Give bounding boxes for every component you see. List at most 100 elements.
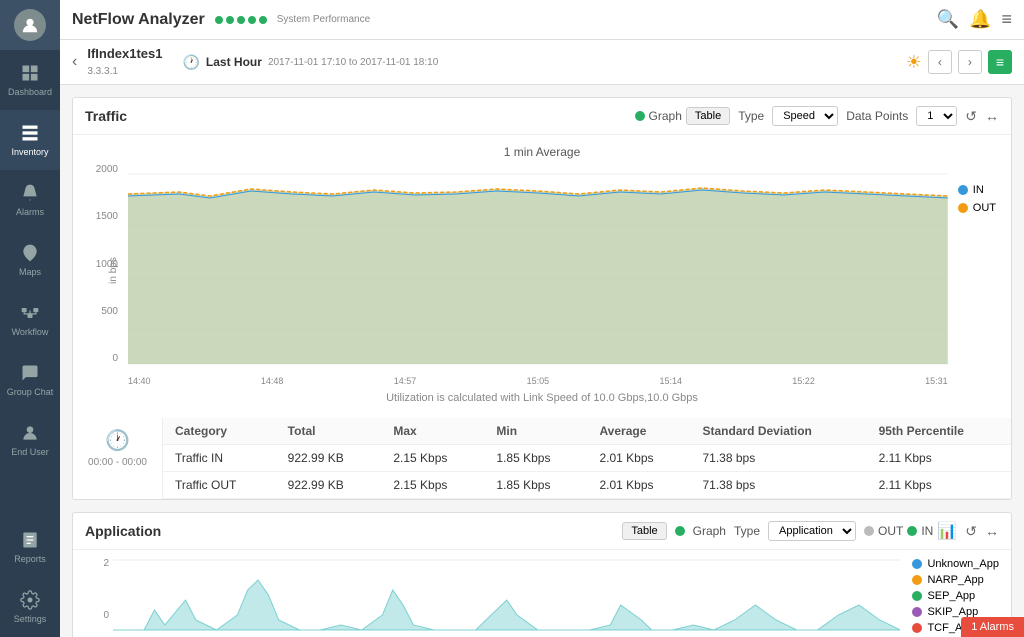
y-axis-val-1500: 1500: [96, 211, 118, 222]
data-points-select[interactable]: 1: [916, 106, 957, 126]
app-reset-button[interactable]: ↔: [985, 523, 999, 539]
app-refresh-button[interactable]: ↺: [965, 523, 977, 540]
reset-button[interactable]: ↔: [985, 108, 999, 124]
sidebar-item-alarms-label: Alarms: [16, 207, 44, 217]
sidebar-item-reports[interactable]: Reports: [0, 517, 60, 577]
time-info: 🕐 Last Hour 2017-11-01 17:10 to 2017-11-…: [182, 54, 438, 71]
row1-total: 922.99 KB: [276, 445, 382, 472]
row2-total: 922.99 KB: [276, 472, 382, 499]
traffic-section-header: Traffic Graph Table Type Speed Data Poin…: [73, 98, 1011, 135]
app-graph-dot: [675, 526, 685, 536]
type-label: Type: [738, 109, 764, 123]
traffic-data-table: Category Total Max Min Average Standard …: [163, 418, 1011, 499]
col-average: Average: [587, 418, 690, 445]
row1-max: 2.15 Kbps: [381, 445, 484, 472]
user-avatar-container: [0, 0, 60, 50]
col-min: Min: [484, 418, 587, 445]
sun-icon: ☀: [906, 52, 922, 73]
sidebar-item-alarms[interactable]: Alarms: [0, 170, 60, 230]
traffic-table-area: 🕐 00:00 - 00:00 Category Total Max Min A…: [73, 418, 1011, 499]
time-column: 🕐 00:00 - 00:00: [73, 418, 163, 499]
sidebar-item-settings[interactable]: Settings: [0, 577, 60, 637]
sidebar-item-maps[interactable]: Maps: [0, 230, 60, 290]
type-select[interactable]: Speed: [772, 106, 838, 126]
sidebar-item-reports-label: Reports: [14, 554, 46, 564]
tcf-app-dot: [912, 623, 922, 633]
app-y-2: 2: [103, 558, 109, 569]
legend-out-dot: [958, 203, 968, 213]
skip-app-dot: [912, 607, 922, 617]
sidebar-item-workflow[interactable]: Workflow: [0, 290, 60, 350]
row2-average: 2.01 Kbps: [587, 472, 690, 499]
row2-category: Traffic OUT: [163, 472, 276, 499]
traffic-title: Traffic: [85, 108, 127, 124]
app-table-button[interactable]: Table: [622, 522, 666, 540]
sidebar-item-groupchat[interactable]: Group Chat: [0, 350, 60, 410]
status-dots: [215, 16, 267, 24]
sidebar-item-enduser[interactable]: End User: [0, 410, 60, 470]
sidebar-item-groupchat-label: Group Chat: [7, 387, 54, 397]
search-icon[interactable]: 🔍: [937, 9, 959, 30]
narp-app-dot: [912, 575, 922, 585]
prev-button[interactable]: ‹: [928, 50, 952, 74]
topbar: NetFlow Analyzer System Performance 🔍 🔔 …: [60, 0, 1024, 40]
sidebar-item-maps-label: Maps: [19, 267, 41, 277]
application-controls: Table Graph Type Application OUT IN 📊: [622, 521, 999, 541]
subheader-right: ☀ ‹ › ≡: [906, 50, 1012, 74]
alarms-label: Alarms: [980, 621, 1014, 633]
app-table-toggle: Table: [622, 522, 666, 540]
status-dot-1: [215, 16, 223, 24]
legend-sep-app: SEP_App: [912, 590, 999, 602]
app-chart-svg: [113, 550, 900, 637]
sidebar-item-dashboard[interactable]: Dashboard: [0, 50, 60, 110]
alarms-bar[interactable]: 1 Alarms: [961, 617, 1024, 637]
x-label-1448: 14:48: [261, 376, 284, 386]
table-toggle-button[interactable]: Table: [686, 107, 730, 125]
refresh-button[interactable]: ↺: [965, 108, 977, 125]
app-out-in-group: OUT IN 📊: [864, 521, 957, 541]
in-label: IN: [921, 524, 933, 538]
status-dot-2: [226, 16, 234, 24]
back-button[interactable]: ‹: [72, 53, 77, 71]
app-title: NetFlow Analyzer: [72, 11, 205, 29]
sidebar: Dashboard Inventory Alarms Maps Workflow…: [0, 0, 60, 637]
traffic-chart-area: 1 min Average 2000 1500 1000 500 0 in bp…: [73, 135, 1011, 418]
traffic-chart-svg: [128, 164, 948, 374]
table-row: Traffic IN 922.99 KB 2.15 Kbps 1.85 Kbps…: [163, 445, 1011, 472]
hamburger-icon[interactable]: ≡: [1001, 9, 1012, 30]
graph-indicator-dot: [635, 111, 645, 121]
row1-std-dev: 71.38 bps: [691, 445, 867, 472]
in-dot: [907, 526, 917, 536]
application-section: Application Table Graph Type Application…: [72, 512, 1012, 637]
chart-container: 2000 1500 1000 500 0 in bps: [83, 164, 1001, 388]
col-total: Total: [276, 418, 382, 445]
y-axis-label: in bps: [108, 257, 119, 284]
page-content: Traffic Graph Table Type Speed Data Poin…: [60, 85, 1024, 637]
table-header-row: Category Total Max Min Average Standard …: [163, 418, 1011, 445]
row1-min: 1.85 Kbps: [484, 445, 587, 472]
topbar-right: 🔍 🔔 ≡: [937, 9, 1012, 30]
unknown-app-dot: [912, 559, 922, 569]
subheader: ‹ IfIndex1tes1 3.3.3.1 🕐 Last Hour 2017-…: [60, 40, 1024, 85]
app-graph-label: Graph: [693, 524, 726, 538]
in-area: [128, 188, 948, 364]
time-range-label: 00:00 - 00:00: [88, 457, 147, 468]
chart-title: 1 min Average: [83, 145, 1001, 159]
legend-out-label: OUT: [973, 202, 996, 214]
menu-button[interactable]: ≡: [988, 50, 1012, 74]
time-range: 2017-11-01 17:10 to 2017-11-01 18:10: [268, 57, 438, 68]
bell-icon[interactable]: 🔔: [969, 9, 991, 30]
sidebar-item-enduser-label: End User: [11, 447, 49, 457]
row2-min: 1.85 Kbps: [484, 472, 587, 499]
next-button[interactable]: ›: [958, 50, 982, 74]
x-label-1522: 15:22: [792, 376, 815, 386]
row2-95th: 2.11 Kbps: [867, 472, 1011, 499]
app-type-label: Type: [734, 524, 760, 538]
sep-app-dot: [912, 591, 922, 601]
sidebar-item-inventory[interactable]: Inventory: [0, 110, 60, 170]
row1-95th: 2.11 Kbps: [867, 445, 1011, 472]
out-label: OUT: [878, 524, 903, 538]
alarms-count: 1: [971, 621, 977, 633]
app-type-select[interactable]: Application: [768, 521, 856, 541]
legend-out: OUT: [958, 202, 996, 214]
